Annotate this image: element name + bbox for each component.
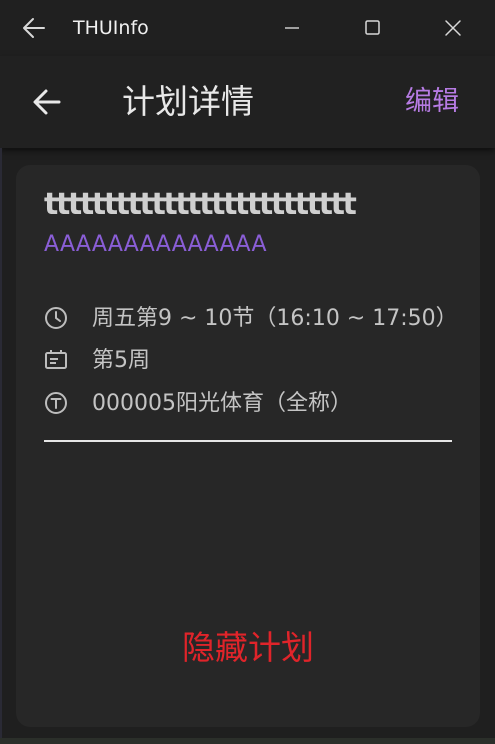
plan-subtitle: AAAAAAAAAAAAAA — [44, 232, 267, 257]
arrow-left-icon — [33, 89, 61, 115]
clock-icon — [44, 306, 68, 330]
calendar-week-icon — [44, 348, 68, 372]
bottom-edge — [0, 738, 495, 744]
edit-button[interactable]: 编辑 — [405, 85, 459, 119]
plan-title: tttttttttttttttttttttttttt — [44, 187, 357, 222]
close-button[interactable] — [433, 10, 473, 46]
plan-place-text: 000005阳光体育（全称） — [92, 391, 352, 416]
back-button[interactable] — [30, 85, 64, 119]
window-edge — [0, 148, 2, 744]
plan-week-row: 第5周 — [44, 346, 474, 376]
window-title-bar: THUInfo — [0, 0, 495, 56]
minimize-button[interactable] — [272, 10, 312, 46]
plan-place-row: 000005阳光体育（全称） — [44, 389, 474, 419]
plan-time-row: 周五第9 ~ 10节（16:10 ~ 17:50） — [44, 304, 474, 334]
plan-time-text: 周五第9 ~ 10节（16:10 ~ 17:50） — [92, 306, 458, 331]
window-back-icon[interactable] — [20, 14, 48, 42]
hide-plan-button[interactable]: 隐藏计划 — [16, 627, 480, 669]
location-t-icon — [44, 391, 68, 415]
divider — [44, 440, 452, 442]
page-title: 计划详情 — [122, 82, 254, 121]
window-title: THUInfo — [73, 17, 149, 39]
maximize-button[interactable] — [352, 10, 392, 46]
app-header: 计划详情 编辑 — [0, 56, 495, 148]
plan-detail-card: tttttttttttttttttttttttttt AAAAAAAAAAAAA… — [16, 165, 480, 727]
app-window: THUInfo 计划详情 编辑 tttttttttttttttttttttttt… — [0, 0, 495, 744]
plan-week-text: 第5周 — [92, 348, 150, 373]
